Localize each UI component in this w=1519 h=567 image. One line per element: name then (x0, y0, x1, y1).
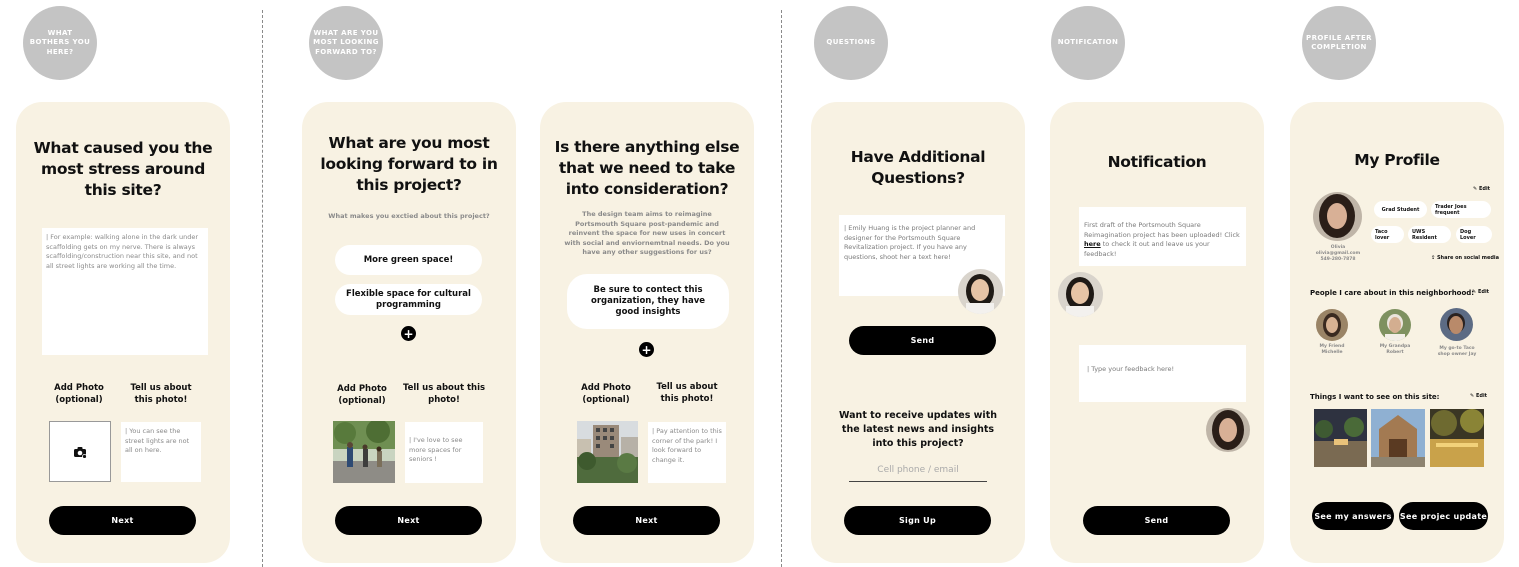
person-label-michelle: My Friend Michelle (1319, 344, 1345, 355)
pencil-icon: ✎ (1472, 289, 1477, 295)
add-photo-label: Add Photo (optional) (54, 383, 104, 405)
profile-phone: 549-280-7878 (1320, 257, 1356, 262)
wish-photo-pavilion (1371, 409, 1425, 467)
card-questions: Have Additional Questions? | Emily Huang… (811, 102, 1025, 563)
uploaded-photo-seniors (333, 421, 395, 483)
step-label: NOTIFICATION (1057, 38, 1119, 47)
planner-avatar (958, 269, 1003, 314)
person-avatar-jay (1440, 308, 1473, 341)
card-title: Notification (1107, 153, 1207, 171)
send-button[interactable]: Send (849, 326, 996, 355)
card-anything-else: Is there anything else that we need to t… (540, 102, 754, 563)
next-button[interactable]: Next (573, 506, 720, 535)
card-profile: My Profile ✎ Edit Olivia olivia@gmail.co… (1290, 102, 1504, 563)
person-label-robert: My Grandpa Robert (1379, 344, 1411, 355)
things-heading: Things I want to see on this site: (1310, 393, 1440, 401)
step-circle-notification: NOTIFICATION (1051, 6, 1125, 80)
step-circle-questions: QUESTIONS (814, 6, 888, 80)
notification-text: First draft of the Portsmouth Square Rei… (1084, 221, 1240, 239)
tell-us-label: Tell us about this photo! (130, 383, 192, 405)
tell-us-label: Tell us about this photo! (402, 383, 486, 405)
send-button[interactable]: Send (1083, 506, 1230, 535)
tag-uws-resident[interactable]: UWS Resident (1408, 226, 1451, 243)
share-icon: ⇪ (1431, 255, 1436, 261)
edit-things-button[interactable]: ✎ Edit (1470, 393, 1487, 399)
card-subtitle: What makes you exctied about this projec… (328, 212, 490, 220)
photo-description-input[interactable]: | I've love to see more spaces for senio… (405, 422, 483, 483)
person-label-jay: My go-to Taco shop owner Jay (1437, 346, 1477, 357)
updates-question: Want to receive updates with the latest … (839, 410, 997, 449)
card-title: What caused you the most stress around t… (33, 139, 213, 199)
person-avatar-robert (1379, 309, 1411, 341)
notification-text-end: to check it out and leave us your feedba… (1084, 240, 1210, 258)
step-label: WHAT BOTHERS YOU HERE? (29, 29, 91, 56)
uploaded-photo-park-corner (577, 421, 638, 483)
step-label: PROFILE AFTER COMPLETION (1306, 33, 1372, 51)
see-my-answers-button[interactable]: See my answers (1312, 502, 1394, 530)
sign-up-button[interactable]: Sign Up (844, 506, 991, 535)
tag-dog-lover[interactable]: Dog Lover (1456, 226, 1492, 243)
card-notification: Notification First draft of the Portsmou… (1050, 102, 1264, 563)
card-subtitle: The design team aims to reimagine Portsm… (564, 210, 730, 256)
share-label: Share on social media (1436, 255, 1500, 261)
planner-avatar (1058, 272, 1103, 317)
card-looking-forward: What are you most looking forward to in … (302, 102, 516, 563)
card-title: My Profile (1354, 151, 1440, 169)
people-heading: People I care about in this neighborhood… (1310, 289, 1475, 297)
divider (781, 10, 782, 567)
wish-photo-plaza (1314, 409, 1367, 467)
add-photo-button[interactable] (49, 421, 111, 482)
step-label: WHAT ARE YOU MOST LOOKING FORWARD TO? (313, 29, 379, 56)
edit-label: Edit (1477, 289, 1490, 295)
tag-trader-joes[interactable]: Trader Joes frequent (1431, 201, 1491, 218)
step-circle-profile: PROFILE AFTER COMPLETION (1302, 6, 1376, 80)
step-circle-looking-forward: WHAT ARE YOU MOST LOOKING FORWARD TO? (309, 6, 383, 80)
add-photo-label: Add Photo (optional) (337, 384, 387, 406)
pencil-icon: ✎ (1473, 186, 1478, 192)
notification-bubble: First draft of the Portsmouth Square Rei… (1079, 207, 1246, 266)
see-project-update-button[interactable]: See projec update (1399, 502, 1488, 530)
next-button[interactable]: Next (49, 506, 196, 535)
photo-description-input[interactable]: | You can see the street lights are not … (121, 422, 201, 482)
option-green-space[interactable]: More green space! (335, 245, 482, 275)
wish-photo-terrace (1430, 409, 1484, 467)
feedback-input[interactable]: | Type your feedback here! (1079, 345, 1246, 402)
pencil-icon: ✎ (1470, 393, 1475, 399)
next-button[interactable]: Next (335, 506, 482, 535)
profile-avatar (1313, 192, 1362, 241)
user-avatar (1206, 408, 1250, 452)
notification-link[interactable]: here (1084, 240, 1101, 248)
camera-icon (74, 446, 87, 458)
step-label: QUESTIONS (826, 38, 876, 47)
step-circle-what-bothers: WHAT BOTHERS YOU HERE? (23, 6, 97, 80)
divider (262, 10, 263, 567)
card-title: What are you most looking forward to in … (320, 134, 498, 194)
edit-label: Edit (1475, 393, 1488, 399)
add-photo-label: Add Photo (optional) (581, 383, 631, 405)
photo-description-input[interactable]: | Pay attention to this corner of the pa… (648, 422, 726, 483)
card-title: Have Additional Questions? (850, 148, 986, 187)
answer-bubble[interactable]: Be sure to contect this organization, th… (567, 274, 729, 329)
person-avatar-michelle (1316, 309, 1348, 341)
option-cultural-programming[interactable]: Flexible space for cultural programming (335, 284, 482, 315)
tag-taco-lover[interactable]: Taco lover (1371, 226, 1404, 243)
phone-email-input[interactable]: Cell phone / email (849, 462, 987, 482)
edit-label: Edit (1478, 186, 1491, 192)
tell-us-label: Tell us about this photo! (656, 382, 718, 404)
edit-people-button[interactable]: ✎ Edit (1472, 289, 1489, 295)
share-button[interactable]: ⇪ Share on social media (1431, 255, 1499, 261)
tag-grad-student[interactable]: Grad Student (1374, 201, 1427, 218)
add-answer-button[interactable]: + (639, 342, 654, 357)
add-option-button[interactable]: + (401, 326, 416, 341)
card-title: Is there anything else that we need to t… (554, 138, 740, 198)
edit-profile-button[interactable]: ✎ Edit (1473, 186, 1490, 192)
stress-textarea[interactable]: | For example: walking alone in the dark… (42, 228, 208, 355)
card-what-bothers: What caused you the most stress around t… (16, 102, 230, 563)
